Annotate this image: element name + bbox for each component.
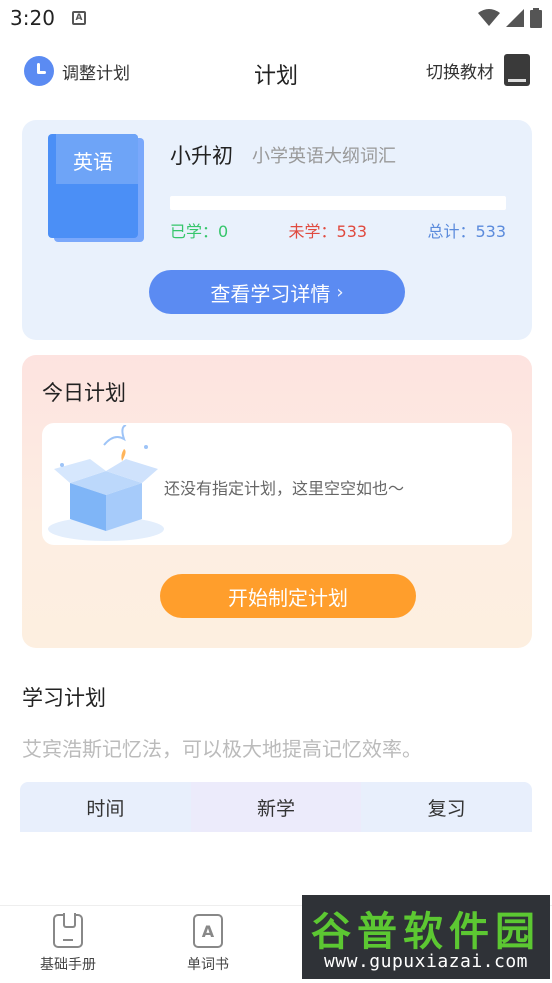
empty-plan-text: 还没有指定计划，这里空空如也～ <box>164 479 405 498</box>
empty-box-icon <box>48 425 164 541</box>
view-details-label: 查看学习详情 <box>210 281 331 306</box>
book-card: 英语 小升初 小学英语大纲词汇 已学：0 未学：533 总计：533 查看学习详… <box>22 120 532 340</box>
book-vocab-name: 小学英语大纲词汇 <box>252 146 396 167</box>
watermark: 谷普软件园 www.gupuxiazai.com <box>302 895 550 979</box>
start-plan-button[interactable]: 开始制定计划 <box>160 574 416 618</box>
status-icons <box>478 8 542 28</box>
book-stats: 已学：0 未学：533 总计：533 <box>170 218 506 242</box>
watermark-url: www.gupuxiazai.com <box>323 951 529 972</box>
book-icon <box>504 54 530 86</box>
tab-handbook[interactable]: 基础手册 <box>18 913 118 974</box>
learning-progress-bar <box>170 196 506 210</box>
wordbook-icon: A <box>193 914 223 948</box>
switch-textbook-button[interactable]: 切换教材 <box>426 54 530 86</box>
stat-unlearned: 未学：533 <box>288 222 368 241</box>
today-plan-card: 今日计划 还没有指定计划，这里空空如也～ 开始制定计划 <box>22 355 532 648</box>
study-plan-table-header: 时间 新学 复习 <box>20 782 532 832</box>
book-cover: 英语 <box>48 134 144 242</box>
handbook-icon <box>53 913 83 948</box>
today-plan-title: 今日计划 <box>42 381 126 405</box>
column-header-time: 时间 <box>20 782 191 832</box>
watermark-title: 谷普软件园 <box>311 909 541 955</box>
book-cover-label: 英语 <box>73 150 113 174</box>
chevron-right-icon: › <box>336 281 344 303</box>
view-details-button[interactable]: 查看学习详情 › <box>149 270 405 314</box>
stat-learned: 已学：0 <box>170 222 229 241</box>
battery-icon <box>530 8 542 28</box>
tab-wordbook[interactable]: A 单词书 <box>158 914 258 974</box>
notification-icon: A <box>72 11 86 25</box>
column-header-new: 新学 <box>190 782 362 832</box>
column-header-review: 复习 <box>361 782 532 832</box>
switch-textbook-label: 切换教材 <box>426 62 494 83</box>
study-plan-description: 艾宾浩斯记忆法，可以极大地提高记忆效率。 <box>22 737 422 761</box>
stat-total: 总计：533 <box>427 222 506 241</box>
study-plan-title: 学习计划 <box>22 686 106 710</box>
wifi-icon <box>478 9 500 26</box>
tab-handbook-label: 基础手册 <box>40 957 96 973</box>
signal-icon <box>506 9 524 27</box>
status-time: 3:20 <box>10 6 55 30</box>
status-bar: 3:20 A <box>0 0 552 38</box>
tab-wordbook-label: 单词书 <box>187 957 229 973</box>
header: 调整计划 计划 切换教材 <box>0 38 552 106</box>
empty-plan-box: 还没有指定计划，这里空空如也～ <box>42 423 512 545</box>
book-grade: 小升初 <box>170 144 233 168</box>
